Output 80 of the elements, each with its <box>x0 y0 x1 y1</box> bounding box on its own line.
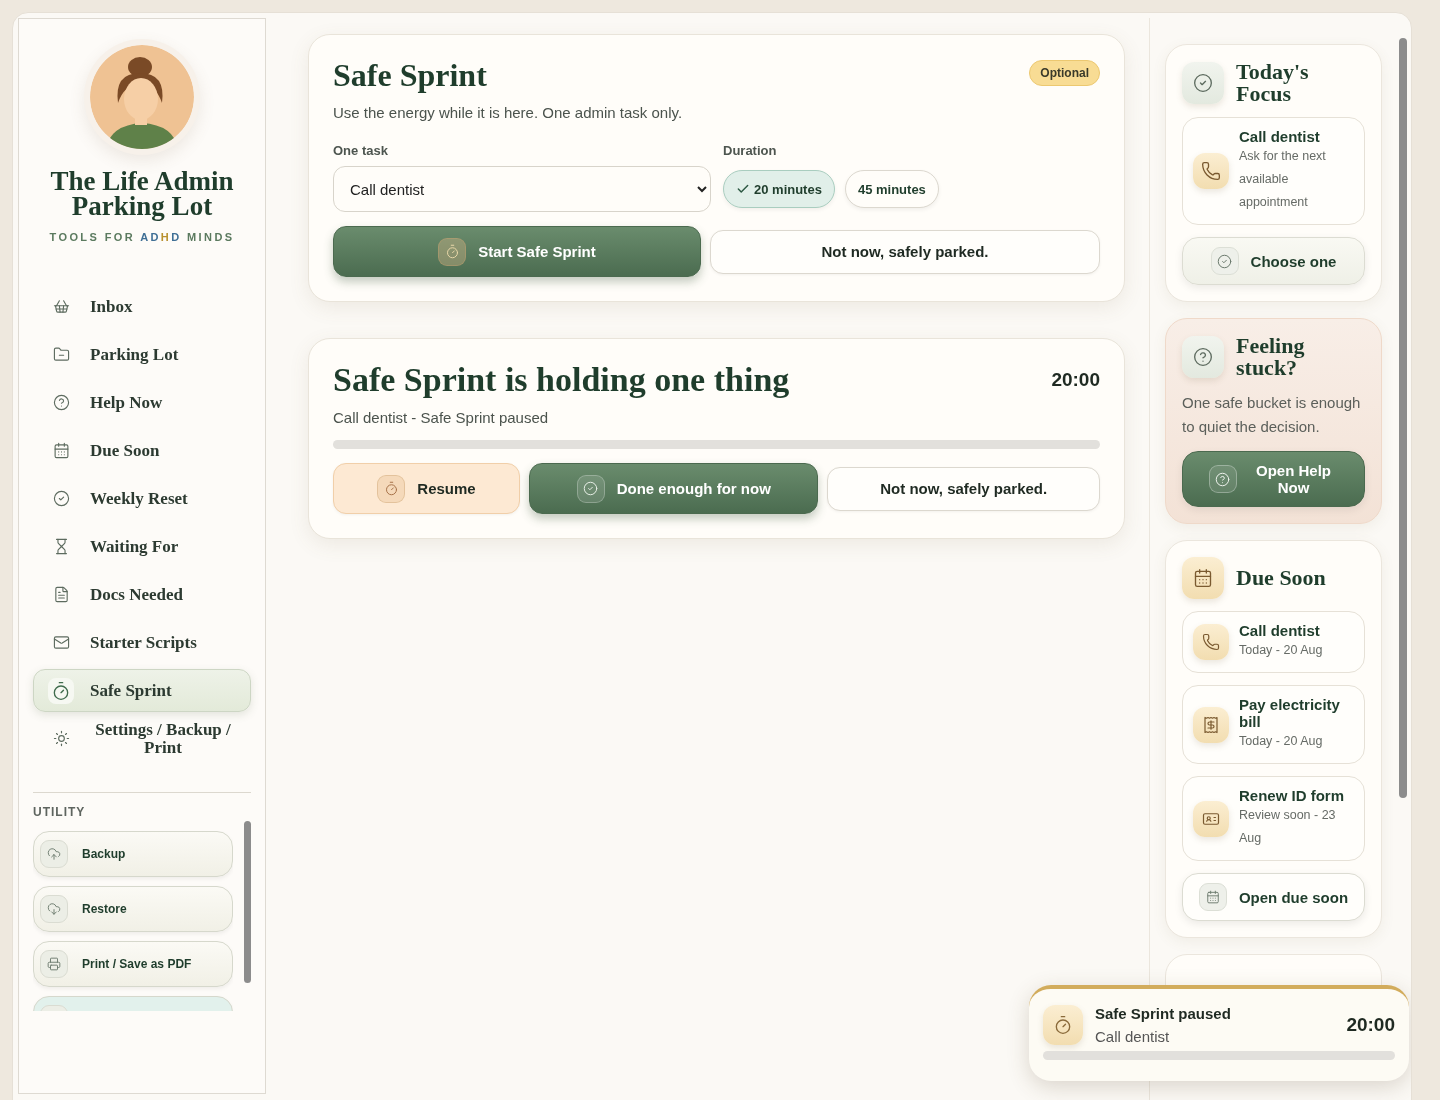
nav-item[interactable]: Docs Needed <box>33 573 251 616</box>
task-card[interactable]: Call dentist Ask for the next available appointment <box>1182 117 1365 225</box>
optional-badge: Optional <box>1029 60 1100 86</box>
card-title: Safe Sprint is holding one thing <box>333 361 790 399</box>
duration-chip[interactable]: 20 minutes <box>723 170 835 208</box>
section-heading: UTILITY <box>33 805 87 819</box>
nav-item[interactable]: Settings / Backup / Print <box>33 717 251 760</box>
card-title: Feeling stuck? <box>1236 335 1306 379</box>
check-circle-icon <box>1193 73 1213 93</box>
open-due-button[interactable]: Open due soon <box>1182 873 1365 921</box>
timer-readout: 20:00 <box>1051 369 1100 391</box>
stopwatch-icon <box>1053 1015 1073 1035</box>
nav-item[interactable]: Inbox <box>33 285 251 328</box>
calendar-icon <box>1205 890 1220 904</box>
utility-button[interactable]: Restore <box>33 886 233 932</box>
card-subtitle: Use the energy while it is here. One admin task only. <box>333 104 684 121</box>
task-title: Renew ID form <box>1239 787 1345 804</box>
nav-item[interactable]: Waiting For <box>33 525 251 568</box>
nav-item[interactable]: Help Now <box>33 381 251 424</box>
task-card[interactable]: Renew ID form Review soon - 23 Aug <box>1182 776 1365 861</box>
field-label: One task <box>333 143 389 158</box>
task-note: Today - 20 Aug <box>1239 642 1323 659</box>
help-icon <box>1215 471 1230 487</box>
park-button[interactable]: Not now, safely parked. <box>827 466 1100 511</box>
nav-item[interactable]: Parking Lot <box>33 333 251 376</box>
card-title: Due Soon <box>1236 567 1326 589</box>
help-button[interactable]: Open Help Now <box>1182 451 1365 507</box>
receipt-icon <box>1202 715 1220 734</box>
field-label: Duration <box>723 143 778 158</box>
toast-subtitle: Call dentist <box>1095 1028 1171 1045</box>
done-button[interactable]: Done enough for now <box>529 463 819 514</box>
stopwatch-icon <box>51 680 71 701</box>
help-icon <box>52 394 70 411</box>
stopwatch-icon <box>383 481 399 496</box>
check-circle-icon <box>1217 253 1233 269</box>
card-subtitle: Call dentist - Safe Sprint paused <box>333 409 550 426</box>
task-title: Call dentist <box>1239 622 1321 639</box>
task-select[interactable]: Call dentist <box>333 166 711 212</box>
task-card[interactable]: Call dentist Today - 20 Aug <box>1182 611 1365 673</box>
task-note: Review soon - 23 Aug <box>1239 807 1337 847</box>
utility-button[interactable]: Print / Save as PDF <box>33 941 233 987</box>
utility-button[interactable]: Backup <box>33 831 233 877</box>
resume-button[interactable]: Resume <box>333 463 520 514</box>
phone-icon <box>1201 161 1221 181</box>
choose-button[interactable]: Choose one <box>1182 237 1365 285</box>
app-title: The Life Admin Parking Lot <box>49 169 235 219</box>
nav-item[interactable]: Due Soon <box>33 429 251 472</box>
calendar-icon <box>1193 568 1213 588</box>
task-title: Call dentist <box>1239 128 1321 145</box>
card-title: Today's Focus <box>1236 61 1310 105</box>
folder-icon <box>52 346 70 363</box>
nav-item[interactable]: Starter Scripts <box>33 621 251 664</box>
start-sprint-button[interactable]: Start Safe Sprint <box>333 226 702 277</box>
mail-icon <box>52 634 70 651</box>
cloud-download-icon <box>47 902 61 916</box>
check-circle-icon <box>52 490 70 507</box>
calendar-icon <box>52 442 70 459</box>
task-card[interactable]: Pay electricity bill Today - 20 Aug <box>1182 685 1365 764</box>
nav-item[interactable]: Weekly Reset <box>33 477 251 520</box>
timer-readout: 20:00 <box>1346 1014 1395 1036</box>
toast-title: Safe Sprint paused <box>1095 1005 1231 1022</box>
card-title: Safe Sprint <box>333 57 487 94</box>
cloud-upload-icon <box>47 847 61 861</box>
nav-item[interactable]: Safe Sprint <box>33 669 251 712</box>
phone-icon <box>1202 633 1220 651</box>
task-note: Today - 20 Aug <box>1239 733 1324 750</box>
settings-icon <box>52 730 70 747</box>
task-note: Ask for the next available appointment <box>1239 148 1327 211</box>
stopwatch-icon <box>444 244 460 259</box>
check-circle-icon <box>583 481 599 496</box>
document-icon <box>52 586 70 603</box>
help-icon <box>1193 347 1213 367</box>
basket-icon <box>52 298 70 315</box>
park-button[interactable]: Not now, safely parked. <box>710 229 1100 274</box>
card-text: One safe bucket is enough to quiet the decision. <box>1182 393 1362 437</box>
check-icon <box>736 182 750 196</box>
duration-chip[interactable]: 45 minutes <box>844 170 939 208</box>
app-tagline: TOOLS FOR AD H D MINDS <box>49 231 235 243</box>
task-title: Pay electricity bill <box>1239 696 1341 730</box>
printer-icon <box>47 957 61 971</box>
